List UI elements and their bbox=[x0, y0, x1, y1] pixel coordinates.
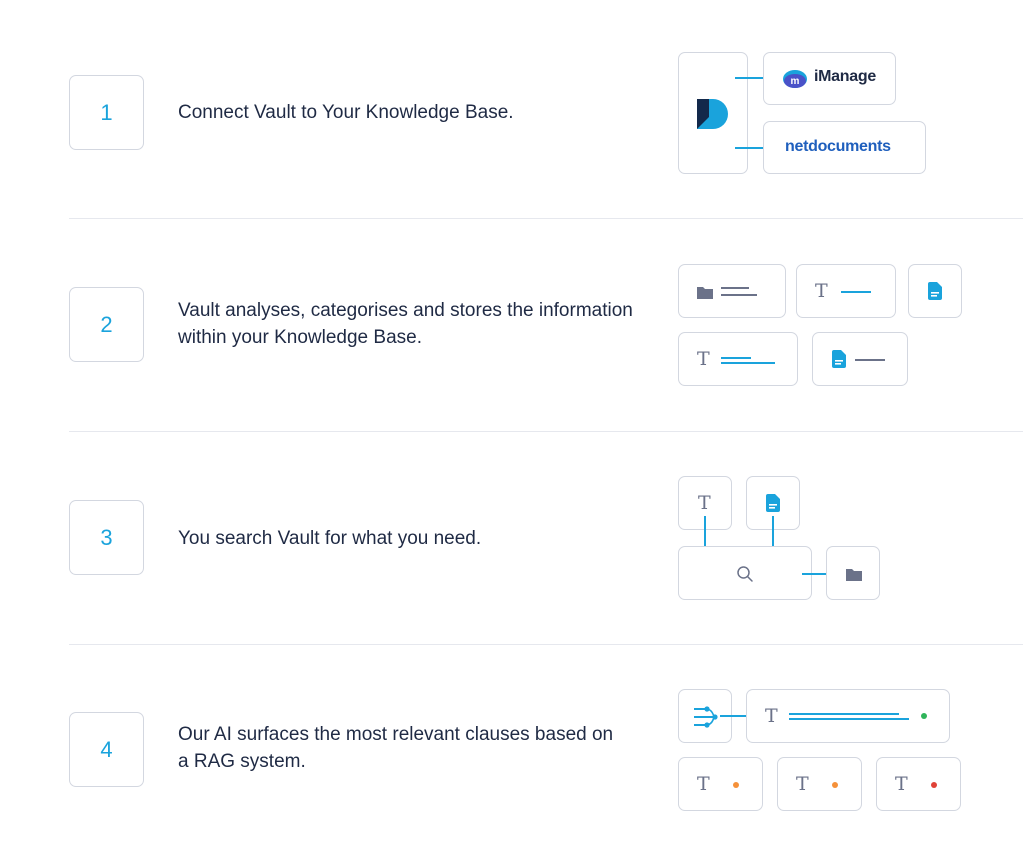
text-line bbox=[841, 291, 871, 293]
text-type-icon: T bbox=[697, 773, 710, 795]
step-number: 4 bbox=[100, 736, 113, 762]
document-icon bbox=[832, 350, 846, 368]
result-card: T bbox=[777, 757, 862, 811]
step-number: 2 bbox=[100, 311, 113, 337]
document-icon bbox=[928, 282, 942, 300]
step-1: 1 Connect Vault to Your Knowledge Base. … bbox=[0, 0, 1023, 212]
text-line bbox=[721, 357, 751, 359]
text-line bbox=[721, 362, 775, 364]
text-card: T bbox=[678, 332, 798, 386]
document-card bbox=[908, 264, 962, 318]
folder-icon bbox=[697, 287, 713, 299]
netdocuments-label: netdocuments bbox=[785, 138, 891, 155]
folder-card bbox=[678, 264, 786, 318]
step-description: Vault analyses, categorises and stores t… bbox=[178, 300, 633, 348]
search-card bbox=[678, 546, 812, 600]
svg-text:m: m bbox=[791, 76, 800, 87]
text-type-icon: T bbox=[796, 773, 809, 795]
step-number-box: 4 bbox=[69, 712, 144, 787]
connector-line bbox=[720, 715, 746, 717]
ai-flow-icon bbox=[694, 706, 718, 728]
imanage-logo-icon: m bbox=[783, 70, 807, 88]
search-icon bbox=[737, 566, 753, 582]
folder-icon bbox=[846, 569, 862, 581]
imanage-card: m iManage bbox=[763, 52, 896, 105]
step-description: You search Vault for what you need. bbox=[178, 528, 482, 549]
imanage-label: iManage bbox=[814, 68, 876, 85]
step-4: 4 Our AI surfaces the most relevant clau… bbox=[0, 640, 1023, 852]
document-card bbox=[812, 332, 908, 386]
folder-card bbox=[826, 546, 880, 600]
vault-card bbox=[678, 52, 748, 174]
text-type-icon: T bbox=[895, 773, 908, 795]
step-number: 3 bbox=[100, 524, 113, 550]
result-card: T bbox=[746, 689, 950, 743]
status-dot-orange bbox=[832, 782, 838, 788]
result-card: T bbox=[678, 757, 763, 811]
text-type-icon: T bbox=[697, 348, 710, 370]
step-2: 2 Vault analyses, categorises and stores… bbox=[0, 213, 1023, 425]
text-line bbox=[721, 294, 757, 296]
text-card: T bbox=[796, 264, 896, 318]
status-dot-green bbox=[921, 713, 927, 719]
step-description: Our AI surfaces the most relevant clause… bbox=[178, 724, 614, 772]
text-type-icon: T bbox=[765, 705, 778, 727]
text-line bbox=[789, 718, 909, 720]
status-dot-red bbox=[931, 782, 937, 788]
netdocuments-card: netdocuments bbox=[763, 121, 926, 174]
step-3: 3 You search Vault for what you need. T bbox=[0, 426, 1023, 638]
step-number: 1 bbox=[100, 99, 113, 125]
status-dot-orange bbox=[733, 782, 739, 788]
connector-line bbox=[802, 573, 826, 575]
step-description: Connect Vault to Your Knowledge Base. bbox=[178, 102, 514, 123]
step-number-box: 3 bbox=[69, 500, 144, 575]
step-number-box: 2 bbox=[69, 287, 144, 362]
text-line bbox=[855, 359, 885, 361]
text-line bbox=[721, 287, 749, 289]
text-type-icon: T bbox=[698, 492, 711, 514]
step-number-box: 1 bbox=[69, 75, 144, 150]
result-card: T bbox=[876, 757, 961, 811]
text-type-icon: T bbox=[815, 280, 828, 302]
connector-line bbox=[735, 147, 763, 149]
document-icon bbox=[766, 494, 780, 512]
vault-logo-icon bbox=[697, 99, 728, 129]
text-line bbox=[789, 713, 899, 715]
connector-line bbox=[735, 77, 763, 79]
